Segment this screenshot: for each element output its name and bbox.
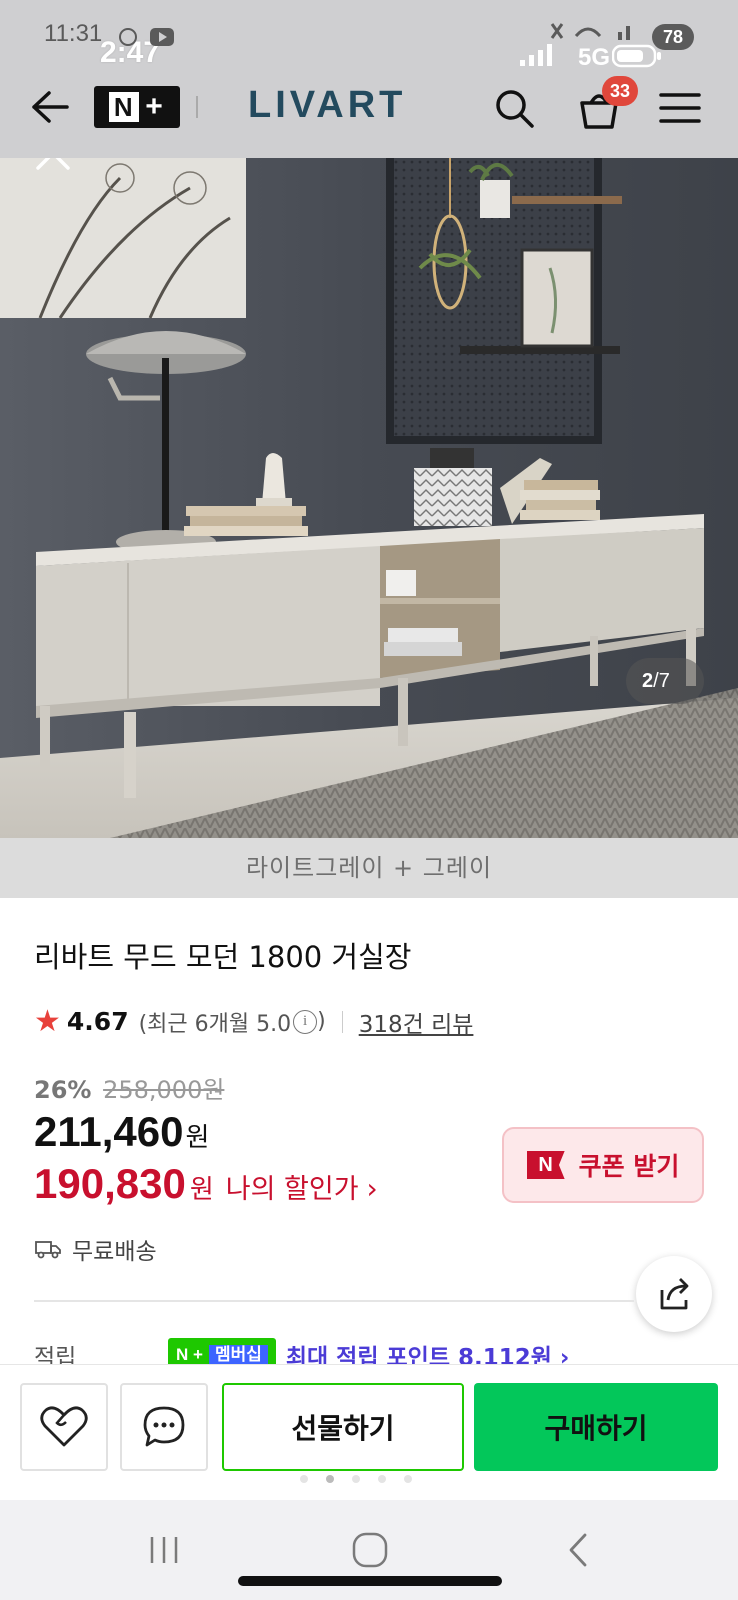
search-icon bbox=[496, 90, 534, 128]
coupon-label: 쿠폰 받기 bbox=[578, 1152, 680, 1181]
rating-recent: (최근 6개월 5.0 bbox=[138, 1011, 292, 1037]
product-title: 리바트 무드 모던 1800 거실장 bbox=[34, 940, 412, 974]
review-link[interactable]: 318건 리뷰 bbox=[359, 1005, 474, 1039]
discount-percent: 26% bbox=[34, 1076, 92, 1104]
status-time-ghost: 11:31 bbox=[44, 20, 103, 47]
cart-button[interactable]: 33 bbox=[574, 76, 638, 134]
rating-score: 4.67 bbox=[66, 1007, 129, 1036]
back-button[interactable] bbox=[26, 84, 72, 130]
recent-apps-icon bbox=[150, 1537, 178, 1563]
buy-button[interactable]: 구매하기 bbox=[474, 1383, 718, 1471]
section-divider bbox=[34, 1300, 634, 1302]
page-dot bbox=[378, 1475, 386, 1483]
naver-n-icon: N bbox=[526, 1151, 565, 1179]
system-back-button[interactable] bbox=[548, 1526, 608, 1574]
option-caption: 라이트그레이 + 그레이 bbox=[0, 838, 738, 898]
brand-logo[interactable]: LIVART bbox=[248, 84, 406, 127]
rating-recent-close: ) bbox=[317, 1009, 326, 1034]
recent-apps-button[interactable] bbox=[134, 1526, 194, 1574]
my-price-value: 190,830 bbox=[34, 1160, 186, 1207]
home-icon bbox=[352, 1532, 388, 1568]
menu-button[interactable] bbox=[656, 86, 704, 130]
rating-row: ★ 4.67 (최근 6개월 5.0 i ) 318건 리뷰 bbox=[34, 1004, 473, 1039]
menu-icon bbox=[659, 93, 701, 123]
page-dot-active bbox=[326, 1475, 334, 1483]
sale-price-currency: 원 bbox=[185, 1123, 210, 1153]
gallery-total: 7 bbox=[658, 670, 670, 692]
page-dots bbox=[300, 1475, 412, 1483]
page-dot bbox=[300, 1475, 308, 1483]
membership-badge-sub: 멤버십 bbox=[208, 1345, 268, 1364]
chat-button[interactable] bbox=[120, 1383, 208, 1471]
gallery-counter: 2/7 bbox=[626, 658, 704, 704]
original-price: 258,000원 bbox=[103, 1076, 225, 1104]
close-gallery-button[interactable] bbox=[30, 158, 76, 176]
share-button[interactable] bbox=[636, 1256, 712, 1332]
battery-level: 78 bbox=[652, 24, 694, 50]
gift-button[interactable]: 선물하기 bbox=[222, 1383, 464, 1471]
membership-badge: N + 멤버십 bbox=[168, 1338, 276, 1364]
n-logo-icon: N bbox=[109, 92, 140, 122]
points-label: 적립 bbox=[34, 1345, 77, 1364]
back-arrow-icon bbox=[32, 91, 69, 123]
points-row[interactable]: 적립 N + 멤버십 최대 적립 포인트 8,112원 › bbox=[34, 1338, 734, 1364]
star-icon: ★ bbox=[34, 1004, 61, 1039]
plus-icon: + bbox=[145, 90, 165, 123]
product-image-gallery[interactable] bbox=[0, 158, 738, 838]
info-icon[interactable]: i bbox=[293, 1009, 318, 1034]
gallery-current: 2 bbox=[642, 670, 654, 692]
my-discount-price[interactable]: 190,830 원 나의 할인가 › bbox=[34, 1160, 378, 1208]
nplus-store-button[interactable]: N + bbox=[94, 86, 180, 128]
home-indicator[interactable] bbox=[238, 1576, 502, 1586]
coupon-button[interactable]: N 쿠폰 받기 bbox=[502, 1127, 704, 1203]
page-dot bbox=[404, 1475, 412, 1483]
search-button[interactable] bbox=[490, 84, 538, 132]
header-divider bbox=[196, 96, 198, 118]
signal-icon bbox=[520, 44, 552, 66]
notification-icons bbox=[118, 24, 178, 54]
chevron-left-icon bbox=[569, 1533, 587, 1567]
product-photo bbox=[0, 158, 738, 838]
battery-icon bbox=[612, 44, 661, 68]
membership-badge-main: N + bbox=[176, 1345, 203, 1364]
product-page: 11:31 2:47 5G 78 N + LIVART 33 2/7 라이트그레… bbox=[0, 0, 738, 1600]
heart-outline-icon bbox=[40, 1406, 88, 1447]
share-icon bbox=[660, 1278, 689, 1310]
status-bar: 11:31 2:47 5G 78 bbox=[0, 0, 738, 80]
truck-icon bbox=[35, 1241, 61, 1259]
chevron-right-icon: › bbox=[366, 1172, 378, 1205]
app-header: N + LIVART 33 bbox=[0, 76, 738, 158]
points-text: 최대 적립 포인트 8,112원 › bbox=[285, 1345, 570, 1364]
wishlist-button[interactable] bbox=[20, 1383, 108, 1471]
sale-price: 211,460 bbox=[34, 1108, 184, 1155]
youtube-icon bbox=[119, 28, 174, 46]
home-button[interactable] bbox=[340, 1526, 400, 1574]
shipping-label: 무료배송 bbox=[72, 1239, 157, 1265]
shipping-info: 무료배송 bbox=[34, 1232, 157, 1266]
status-icons-ghost bbox=[550, 23, 630, 40]
network-type: 5G bbox=[578, 44, 611, 71]
page-dot bbox=[352, 1475, 360, 1483]
my-price-label: 나의 할인가 bbox=[225, 1174, 359, 1205]
sale-price-row: 211,460원 bbox=[34, 1108, 209, 1156]
cart-count-badge: 33 bbox=[602, 76, 638, 106]
chat-bubble-icon bbox=[143, 1406, 185, 1447]
discount-row: 26% 258,000원 bbox=[34, 1070, 224, 1105]
close-icon bbox=[36, 158, 70, 170]
my-price-currency: 원 bbox=[189, 1175, 214, 1205]
rating-separator bbox=[341, 1010, 343, 1033]
purchase-action-bar: 선물하기 구매하기 bbox=[0, 1364, 738, 1500]
